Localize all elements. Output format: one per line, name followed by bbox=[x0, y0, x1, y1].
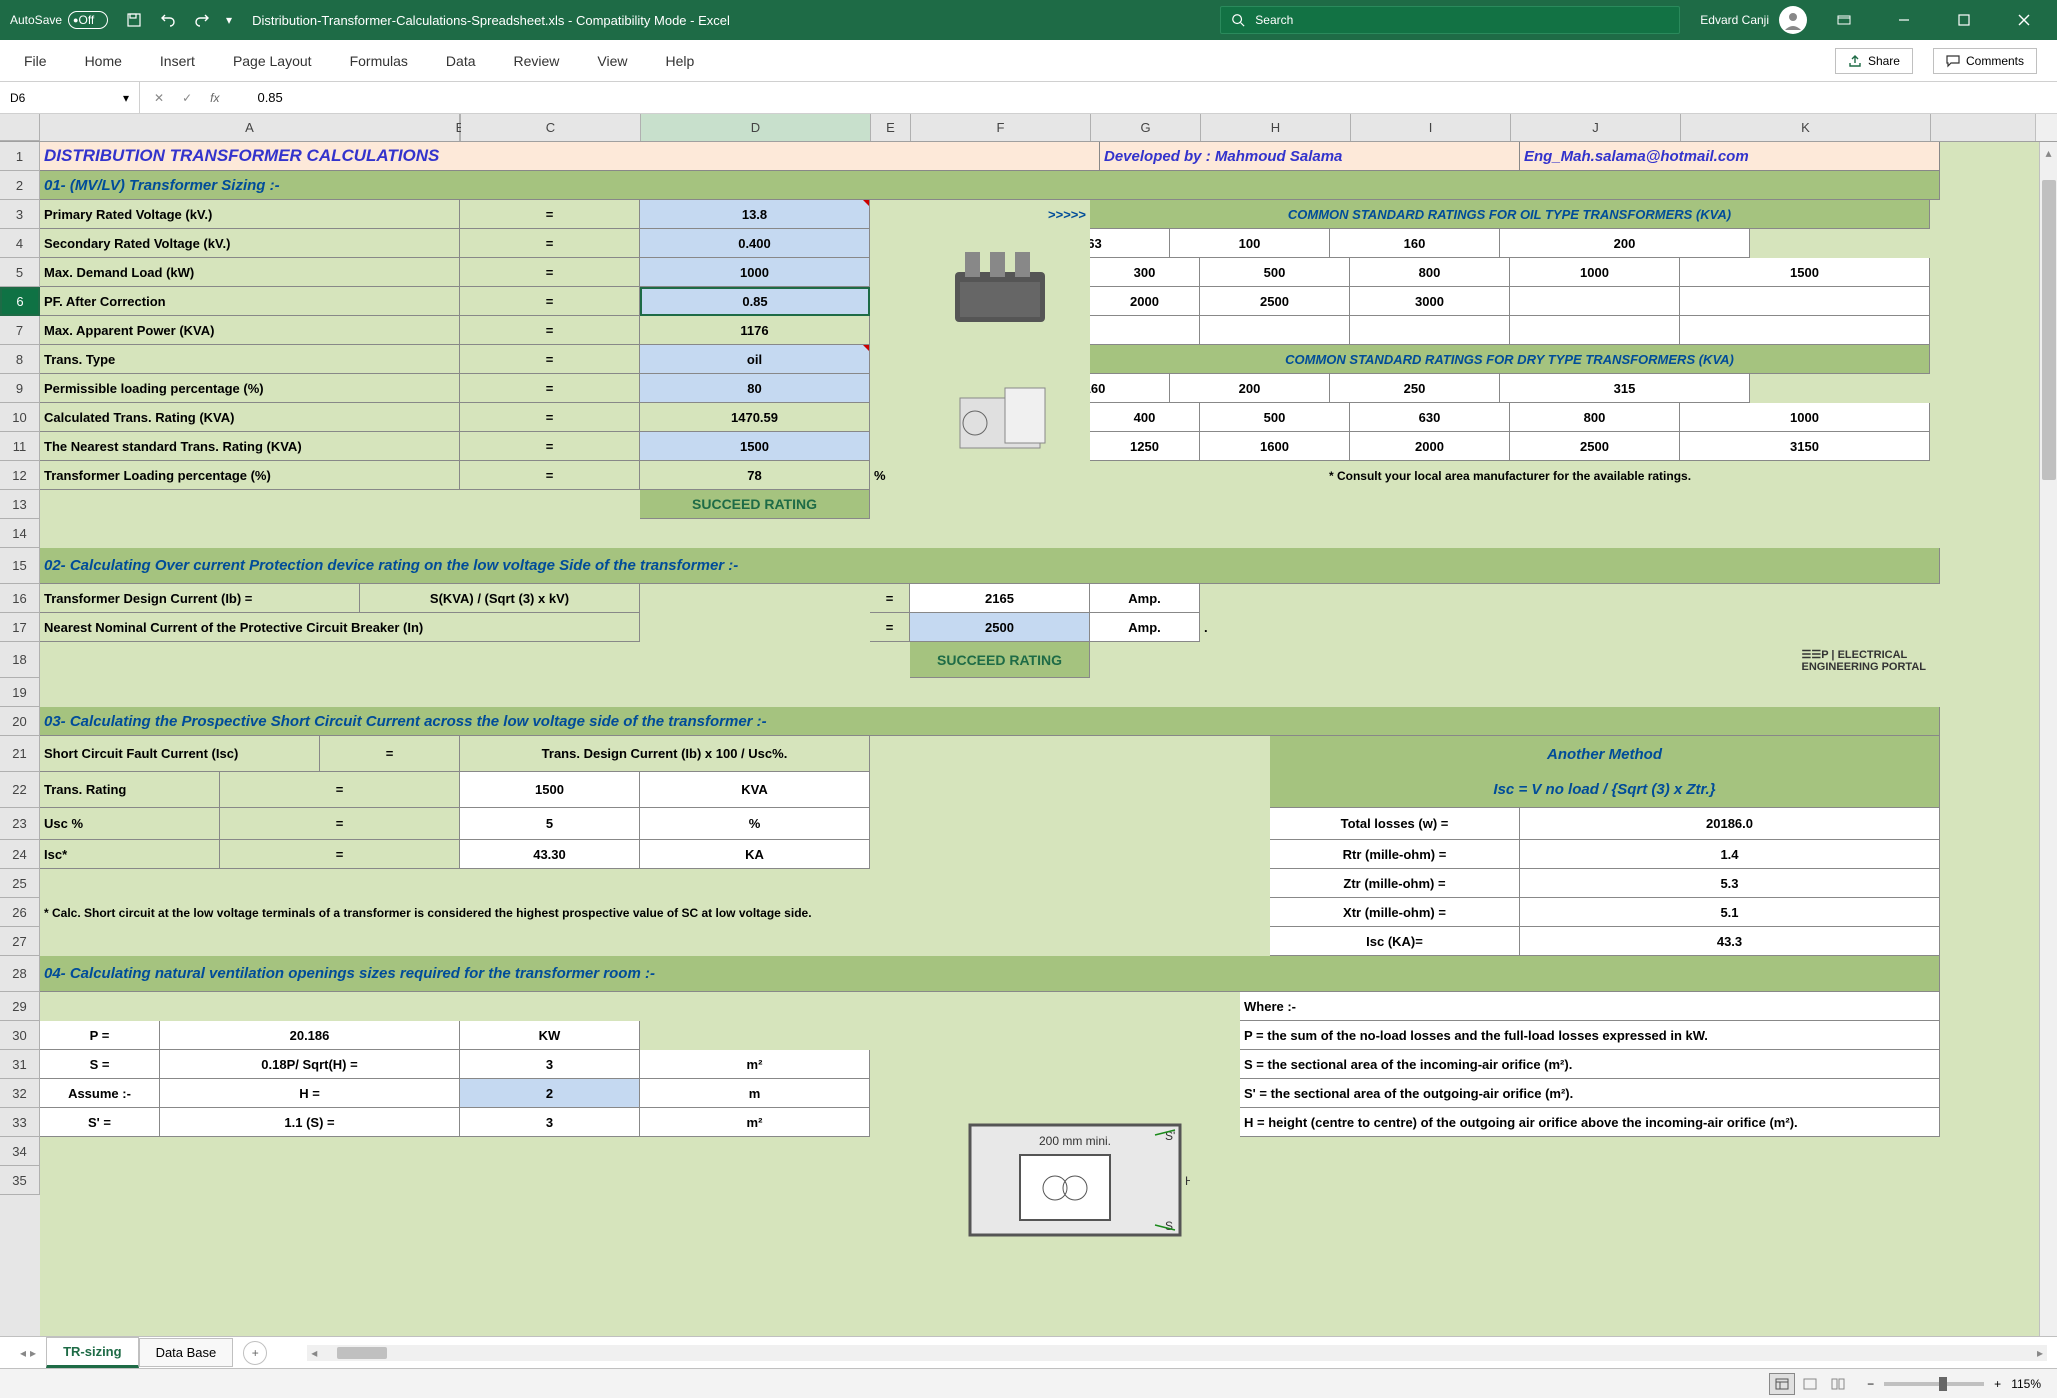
sheet-tab[interactable]: Data Base bbox=[139, 1338, 234, 1367]
comment-icon bbox=[1946, 54, 1960, 68]
col-header-h[interactable]: H bbox=[1201, 114, 1351, 141]
cell-section1[interactable]: 01- (MV/LV) Transformer Sizing :- bbox=[40, 171, 1940, 200]
ventilation-diagram: 200 mm mini. S' H S bbox=[910, 1102, 1240, 1247]
column-headers: A B C D E F G H I J K bbox=[0, 114, 2057, 142]
avatar bbox=[1779, 6, 1807, 34]
col-header-f[interactable]: F bbox=[911, 114, 1091, 141]
cell-section4[interactable]: 04- Calculating natural ventilation open… bbox=[40, 956, 1940, 992]
page-layout-view-icon[interactable] bbox=[1797, 1373, 1823, 1395]
tab-insert[interactable]: Insert bbox=[156, 45, 199, 77]
col-header-g[interactable]: G bbox=[1091, 114, 1201, 141]
zoom-control[interactable]: − + 115% bbox=[1867, 1377, 2041, 1391]
cells-grid[interactable]: DISTRIBUTION TRANSFORMER CALCULATIONS De… bbox=[40, 142, 2039, 1336]
active-cell[interactable]: 0.85 bbox=[640, 287, 870, 316]
row-header-active[interactable]: 6 bbox=[0, 287, 40, 316]
tab-prev-icon[interactable]: ▸ bbox=[30, 1346, 36, 1360]
zoom-slider[interactable] bbox=[1884, 1382, 1984, 1386]
cell-succeed1[interactable]: SUCCEED RATING bbox=[640, 490, 870, 519]
status-bar: − + 115% bbox=[0, 1368, 2057, 1398]
save-icon[interactable] bbox=[124, 10, 144, 30]
minimize-button[interactable] bbox=[1881, 0, 1927, 40]
cell-title[interactable]: DISTRIBUTION TRANSFORMER CALCULATIONS bbox=[40, 142, 1100, 171]
tab-formulas[interactable]: Formulas bbox=[346, 45, 412, 77]
zoom-out-icon[interactable]: − bbox=[1867, 1377, 1874, 1391]
svg-text:H: H bbox=[1185, 1174, 1190, 1188]
share-button[interactable]: Share bbox=[1835, 48, 1913, 74]
tab-page-layout[interactable]: Page Layout bbox=[229, 45, 316, 77]
svg-text:200 mm mini.: 200 mm mini. bbox=[1039, 1134, 1111, 1148]
cell-succeed2[interactable]: SUCCEED RATING bbox=[910, 642, 1090, 678]
maximize-button[interactable] bbox=[1941, 0, 1987, 40]
tab-view[interactable]: View bbox=[593, 45, 631, 77]
svg-text:S: S bbox=[1165, 1219, 1173, 1233]
tab-home[interactable]: Home bbox=[81, 45, 126, 77]
cell-section3[interactable]: 03- Calculating the Prospective Short Ci… bbox=[40, 707, 1940, 736]
name-box[interactable]: D6 ▾ bbox=[0, 82, 140, 113]
tab-data[interactable]: Data bbox=[442, 45, 480, 77]
chevron-down-icon[interactable]: ▾ bbox=[123, 91, 129, 105]
sheet-tab-active[interactable]: TR-sizing bbox=[46, 1337, 139, 1368]
row-headers: 1 2 3 4 5 6 7 8 9 10 11 12 13 14 15 16 1… bbox=[0, 142, 40, 1336]
document-title: Distribution-Transformer-Calculations-Sp… bbox=[232, 13, 1200, 28]
col-header-j[interactable]: J bbox=[1511, 114, 1681, 141]
comments-button[interactable]: Comments bbox=[1933, 48, 2037, 74]
search-icon bbox=[1231, 13, 1245, 27]
tab-first-icon[interactable]: ◂ bbox=[20, 1346, 26, 1360]
redo-icon[interactable] bbox=[192, 10, 212, 30]
share-icon bbox=[1848, 54, 1862, 68]
tab-help[interactable]: Help bbox=[662, 45, 699, 77]
select-all-corner[interactable] bbox=[0, 114, 40, 141]
tab-review[interactable]: Review bbox=[510, 45, 564, 77]
horizontal-scrollbar[interactable]: ◂ ▸ bbox=[307, 1345, 2047, 1361]
transformer-dry-image bbox=[910, 374, 1090, 461]
ribbon: File Home Insert Page Layout Formulas Da… bbox=[0, 40, 2057, 82]
add-sheet-button[interactable]: + bbox=[243, 1341, 267, 1365]
zoom-level[interactable]: 115% bbox=[2011, 1377, 2041, 1391]
col-header-d[interactable]: D bbox=[641, 114, 871, 141]
transformer-oil-image bbox=[910, 229, 1090, 345]
eep-logo: ☰☰P | ELECTRICALENGINEERING PORTAL bbox=[1670, 642, 1930, 678]
zoom-in-icon[interactable]: + bbox=[1994, 1377, 2001, 1391]
col-header-e[interactable]: E bbox=[871, 114, 911, 141]
cancel-formula-icon[interactable]: ✕ bbox=[154, 91, 164, 105]
user-account[interactable]: Edvard Canji bbox=[1700, 6, 1807, 34]
ribbon-display-icon[interactable] bbox=[1821, 0, 1867, 40]
vertical-scrollbar[interactable]: ▴ bbox=[2039, 142, 2057, 1336]
search-input[interactable]: Search bbox=[1220, 6, 1680, 34]
enter-formula-icon[interactable]: ✓ bbox=[182, 91, 192, 105]
formula-bar: D6 ▾ ✕ ✓ fx 0.85 bbox=[0, 82, 2057, 114]
col-header-c[interactable]: C bbox=[461, 114, 641, 141]
close-button[interactable] bbox=[2001, 0, 2047, 40]
undo-icon[interactable] bbox=[158, 10, 178, 30]
col-header-i[interactable]: I bbox=[1351, 114, 1511, 141]
tab-file[interactable]: File bbox=[20, 45, 51, 77]
fx-icon[interactable]: fx bbox=[210, 91, 233, 105]
col-header-k[interactable]: K bbox=[1681, 114, 1931, 141]
col-header-a[interactable]: A bbox=[40, 114, 460, 141]
formula-input[interactable]: 0.85 bbox=[247, 90, 2057, 105]
sheet-tabs: ◂ ▸ TR-sizing Data Base + ◂ ▸ bbox=[0, 1336, 2057, 1368]
autosave-toggle[interactable]: AutoSave ● Off bbox=[10, 11, 108, 29]
page-break-view-icon[interactable] bbox=[1825, 1373, 1851, 1395]
cell-section2[interactable]: 02- Calculating Over current Protection … bbox=[40, 548, 1940, 584]
title-bar: AutoSave ● Off ▾ Distribution-Transforme… bbox=[0, 0, 2057, 40]
normal-view-icon[interactable] bbox=[1769, 1373, 1795, 1395]
